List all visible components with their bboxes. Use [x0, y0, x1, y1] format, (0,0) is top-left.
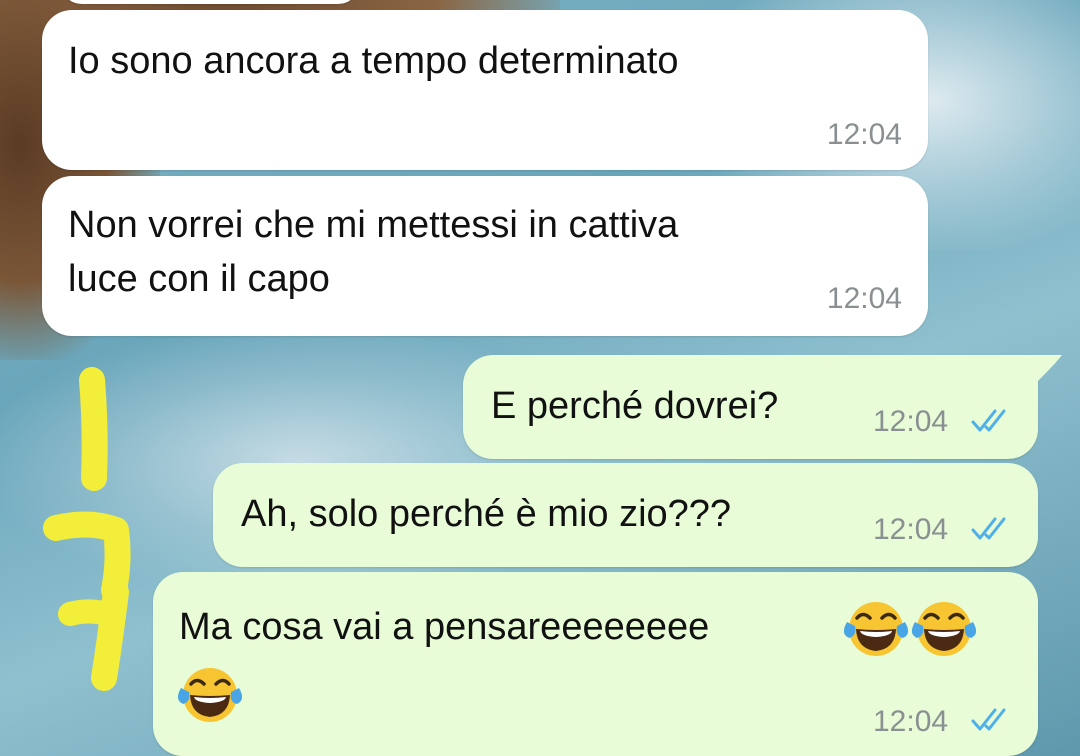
read-receipt-icon: [971, 708, 1006, 731]
read-receipt-icon: [971, 409, 1006, 432]
message-timestamp: 12:04: [873, 513, 949, 546]
outgoing-message-bubble[interactable]: E perché dovrei? 12:04: [463, 355, 1038, 459]
outgoing-message-bubble[interactable]: Ah, solo perché è mio zio??? 12:04: [213, 463, 1038, 567]
message-timestamp: 12:04: [826, 118, 902, 151]
message-text: Ma cosa vai a pensareeeeeeee: [179, 606, 710, 648]
read-receipt-icon: [971, 517, 1006, 540]
marker-annotation-17: [43, 367, 131, 691]
outgoing-message-bubble[interactable]: Ma cosa vai a pensareeeeeeee 12:04: [153, 572, 1038, 756]
previous-message-bubble[interactable]: [60, 0, 360, 4]
message-text: Ah, solo perché è mio zio???: [241, 493, 732, 535]
message-timestamp: 12:04: [826, 282, 902, 315]
message-text: E perché dovrei?: [491, 385, 779, 427]
message-text: Non vorrei che mi mettessi in cattiva lu…: [68, 204, 679, 300]
face-with-tears-of-joy-icon: [177, 668, 243, 722]
face-with-tears-of-joy-icon: [911, 602, 977, 656]
message-text: Io sono ancora a tempo determinato: [68, 40, 679, 82]
message-timestamp: 12:04: [873, 405, 949, 438]
incoming-message-bubble[interactable]: Non vorrei che mi mettessi in cattiva lu…: [42, 176, 928, 336]
message-timestamp: 12:04: [873, 705, 949, 738]
incoming-message-bubble[interactable]: Io sono ancora a tempo determinato 12:04: [42, 10, 928, 170]
bubble-tail: [1030, 355, 1062, 385]
face-with-tears-of-joy-icon: [843, 602, 909, 656]
